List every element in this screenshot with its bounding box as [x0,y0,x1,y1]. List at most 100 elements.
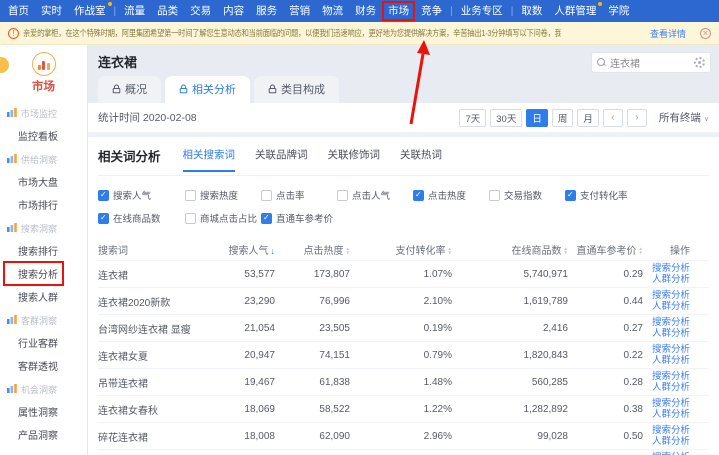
sidebar-item-市场大盘[interactable]: 市场大盘 [0,170,87,193]
chevron-left-button[interactable] [603,109,623,127]
panel-tab-关联品牌词[interactable]: 关联品牌词 [255,146,308,172]
nav-item-交易[interactable]: 交易 [184,2,217,20]
checkbox[interactable] [261,190,272,201]
filter-在线商品数[interactable]: 在线商品数 [98,211,185,225]
sidebar-item-搜索分析[interactable]: 搜索分析 [0,262,87,285]
actions-cell: 搜索分析人群分析 [643,425,709,447]
column-header-点击热度[interactable]: 点击热度 [275,242,350,257]
action-link-搜索分析[interactable]: 搜索分析 [652,371,690,382]
keyword-table: 搜索词搜索人气点击热度支付转化率在线商品数直通车参考价操作 连衣裙53,5771… [98,238,709,455]
close-icon[interactable] [700,28,711,39]
nav-item-物流[interactable]: 物流 [316,2,349,20]
action-link-搜索分析[interactable]: 搜索分析 [652,317,690,328]
filter-直通车参考价[interactable]: 直通车参考价 [261,211,337,225]
nav-items: 首页实时作战室流量品类交易内容服务营销物流财务市场竞争业务专区取数人群管理学院 [2,1,635,21]
value-cell: 53,577 [213,269,275,280]
tab-相关分析[interactable]: 相关分析 [165,76,250,103]
nav-item-业务专区[interactable]: 业务专区 [455,2,509,20]
column-label: 操作 [670,246,690,257]
filter-搜索热度[interactable]: 搜索热度 [185,188,261,202]
notification-dot-icon [108,2,112,6]
filter-点击率[interactable]: 点击率 [261,188,337,202]
nav-item-人群管理[interactable]: 人群管理 [548,2,602,20]
date-button-周[interactable]: 周 [552,109,574,127]
column-header-在线商品数[interactable]: 在线商品数 [452,242,568,257]
tab-类目构成[interactable]: 类目构成 [254,76,339,103]
date-button-日[interactable]: 日 [526,109,548,127]
filter-搜索人气[interactable]: 搜索人气 [98,188,185,202]
panel-tab-相关搜索词[interactable]: 相关搜索词 [183,146,236,172]
checkbox[interactable] [185,213,196,224]
checkbox[interactable] [565,190,576,201]
checkbox[interactable] [185,190,196,201]
panel-tab-关联修饰词[interactable]: 关联修饰词 [328,146,381,172]
nav-item-品类[interactable]: 品类 [151,2,184,20]
filter-商城点击占比[interactable]: 商城点击占比 [185,211,261,225]
checkbox[interactable] [413,190,424,201]
search-input[interactable]: 连衣裙 [610,55,690,70]
checkbox[interactable] [337,190,348,201]
terminal-dropdown[interactable]: 所有终端 [659,110,709,125]
action-link-搜索分析[interactable]: 搜索分析 [652,263,690,274]
nav-item-实时[interactable]: 实时 [35,2,68,20]
nav-item-作战室[interactable]: 作战室 [68,2,112,20]
column-header-直通车参考价[interactable]: 直通车参考价 [568,242,643,257]
nav-item-内容[interactable]: 内容 [217,2,250,20]
sidebar-item-客群透视[interactable]: 客群透视 [0,354,87,377]
keyword-search-box[interactable]: 连衣裙 [591,52,711,73]
checkbox[interactable] [98,190,109,201]
value-cell: 0.79% [350,350,452,361]
action-link-人群分析[interactable]: 人群分析 [652,328,690,339]
pin-icon [268,84,277,94]
sidebar-item-监控看板[interactable]: 监控看板 [0,124,87,147]
action-link-搜索分析[interactable]: 搜索分析 [652,398,690,409]
panel-tab-关联热词[interactable]: 关联热词 [400,146,442,172]
value-cell: 1,619,789 [452,296,568,307]
nav-item-服务[interactable]: 服务 [250,2,283,20]
filter-点击人气[interactable]: 点击人气 [337,188,413,202]
checkbox[interactable] [98,213,109,224]
action-link-人群分析[interactable]: 人群分析 [652,301,690,312]
sidebar-item-产品洞察[interactable]: 产品洞察 [0,423,87,446]
gear-icon[interactable] [694,57,705,68]
column-label: 搜索词 [98,246,128,257]
action-link-人群分析[interactable]: 人群分析 [652,382,690,393]
filter-交易指数[interactable]: 交易指数 [489,188,565,202]
nav-item-取数[interactable]: 取数 [515,2,548,20]
value-cell: 0.29 [568,269,643,280]
filter-label: 交易指数 [504,188,542,202]
date-button-30天[interactable]: 30天 [490,109,522,127]
date-button-月[interactable]: 月 [577,109,599,127]
notice-detail-link[interactable]: 查看详情 [650,27,686,40]
sidebar-item-市场排行[interactable]: 市场排行 [0,193,87,216]
sidebar-item-搜索人群[interactable]: 搜索人群 [0,285,87,308]
action-link-搜索分析[interactable]: 搜索分析 [652,425,690,436]
nav-item-首页[interactable]: 首页 [2,2,35,20]
column-label: 搜索人气 [229,246,269,257]
action-link-人群分析[interactable]: 人群分析 [652,355,690,366]
column-header-搜索人气[interactable]: 搜索人气 [213,242,275,257]
sidebar-item-属性洞察[interactable]: 属性洞察 [0,400,87,423]
checkbox[interactable] [261,213,272,224]
filter-支付转化率[interactable]: 支付转化率 [565,188,641,202]
nav-item-学院[interactable]: 学院 [602,2,635,20]
column-header-支付转化率[interactable]: 支付转化率 [350,242,452,257]
nav-item-营销[interactable]: 营销 [283,2,316,20]
nav-item-财务[interactable]: 财务 [349,2,382,20]
sidebar-item-搜索排行[interactable]: 搜索排行 [0,239,87,262]
sidebar-item-行业客群[interactable]: 行业客群 [0,331,87,354]
date-button-7天[interactable]: 7天 [459,109,486,127]
chevron-right-button[interactable] [627,109,647,127]
nav-item-竞争[interactable]: 竞争 [415,2,448,20]
checkbox[interactable] [489,190,500,201]
filter-点击热度[interactable]: 点击热度 [413,188,489,202]
action-link-人群分析[interactable]: 人群分析 [652,436,690,447]
column-header-搜索词: 搜索词 [98,242,213,257]
action-link-搜索分析[interactable]: 搜索分析 [652,344,690,355]
action-link-人群分析[interactable]: 人群分析 [652,409,690,420]
action-link-人群分析[interactable]: 人群分析 [652,274,690,285]
tab-概况[interactable]: 概况 [98,76,161,103]
nav-item-流量[interactable]: 流量 [118,2,151,20]
action-link-搜索分析[interactable]: 搜索分析 [652,290,690,301]
nav-item-市场[interactable]: 市场 [382,1,415,21]
